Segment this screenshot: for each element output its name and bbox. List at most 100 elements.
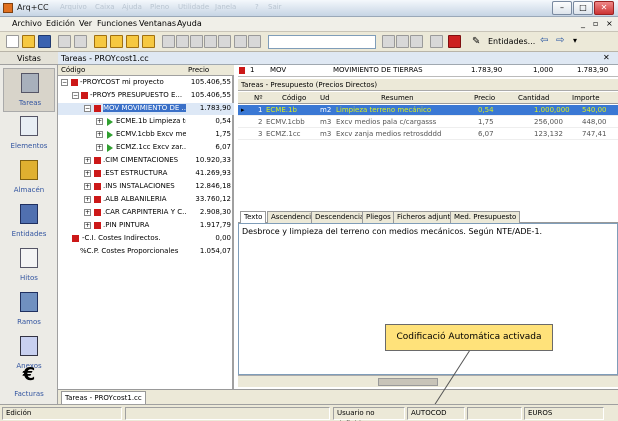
tree-row[interactable]: %C.P. Costes Proporcionales 1.054,07 <box>58 246 234 258</box>
collapse-icon[interactable]: − <box>61 79 68 86</box>
vista-facturas[interactable]: € Facturas <box>3 364 55 402</box>
table-row[interactable]: 2 ECMV.1cbb m3 Excv medios pala c/cargasss 1… <box>238 117 618 128</box>
paste-special-icon[interactable] <box>204 35 217 48</box>
expand-icon[interactable]: + <box>84 222 91 229</box>
undo-icon[interactable] <box>234 35 247 48</box>
tree-row[interactable]: + ECME.1b Limpieza te... 0,54 <box>58 116 234 128</box>
redo-icon[interactable] <box>248 35 261 48</box>
move-down-icon[interactable] <box>396 35 409 48</box>
tab-texto[interactable]: Texto <box>240 211 267 223</box>
nav-last-icon[interactable] <box>142 35 155 48</box>
vista-hitos[interactable]: Hitos <box>3 244 55 288</box>
child-minimize-icon[interactable]: _ <box>581 19 585 28</box>
menu-archivo[interactable]: Archivo <box>12 19 42 28</box>
vistas-header: Vistas <box>0 52 58 65</box>
minimize-button[interactable]: – <box>552 1 572 15</box>
print-icon[interactable] <box>58 35 71 48</box>
menu-edicion[interactable]: Edición <box>46 19 75 28</box>
expand-icon[interactable]: + <box>96 131 103 138</box>
child-restore-icon[interactable]: ▫ <box>593 19 598 28</box>
paste-icon[interactable] <box>190 35 203 48</box>
doc-tab[interactable]: Tareas - PROYcost1.cc <box>61 391 146 404</box>
nav-next-icon[interactable] <box>126 35 139 48</box>
nav-prev-icon[interactable] <box>110 35 123 48</box>
tree-col-price[interactable]: Precio <box>188 66 209 74</box>
expand-icon[interactable]: + <box>84 209 91 216</box>
topline-code: MOV <box>270 66 287 74</box>
back-arrow-icon[interactable]: ⇦ <box>540 35 548 46</box>
open-icon[interactable] <box>22 35 35 48</box>
panel-close-icon[interactable]: ✕ <box>603 53 610 62</box>
col-price[interactable]: Precio <box>474 94 495 102</box>
expand-icon[interactable]: + <box>96 118 103 125</box>
table-row[interactable]: ▸ 1 ECME.1b m2 Limpieza terreno mecánico 0,54… <box>238 105 618 116</box>
tree-row[interactable]: + .PIN PINTURA 1.917,79 <box>58 220 234 232</box>
vista-tareas[interactable]: Tareas <box>3 68 55 112</box>
save-icon[interactable] <box>38 35 51 48</box>
subpanel-title[interactable]: Tareas - Presupuesto (Precios Directos) <box>238 79 618 91</box>
table-row[interactable]: 3 ECMZ.1cc m3 Excv zanja medios retrosdddd 6… <box>238 129 618 140</box>
tree-row[interactable]: + .CAR CARPINTERIA Y C... 2.908,30 <box>58 207 234 219</box>
cut-icon[interactable] <box>162 35 175 48</box>
ghost-menu-5: Utilidade <box>178 3 210 11</box>
dropdown-icon[interactable]: ▾ <box>573 36 577 45</box>
tree-row[interactable]: + .CIM CIMENTACIONES 10.920,33 <box>58 155 234 167</box>
col-qty[interactable]: Cantidad <box>518 94 549 102</box>
tree-row[interactable]: + .ALB ALBAÑILERIA 33.760,12 <box>58 194 234 206</box>
nav-first-icon[interactable] <box>94 35 107 48</box>
copy-icon[interactable] <box>176 35 189 48</box>
forward-arrow-icon[interactable]: ⇨ <box>556 35 564 46</box>
expand-icon[interactable]: + <box>96 144 103 151</box>
col-amount[interactable]: Importe <box>572 94 600 102</box>
tree-row-price: 1.783,90 <box>199 104 231 112</box>
new-icon[interactable] <box>6 35 19 48</box>
menu-ver[interactable]: Ver <box>79 19 92 28</box>
main-header: Tareas - PROYcost1.cc <box>58 52 618 65</box>
child-close-icon[interactable]: × <box>606 19 613 28</box>
tree-row[interactable]: + .INS INSTALACIONES 12.846,18 <box>58 181 234 193</box>
expand-icon[interactable]: + <box>84 196 91 203</box>
col-n[interactable]: Nº <box>254 94 263 102</box>
vista-ramos[interactable]: Ramos <box>3 288 55 332</box>
expand-icon[interactable]: + <box>84 170 91 177</box>
flag-icon[interactable] <box>448 35 461 48</box>
tree-col-code[interactable]: Código <box>61 66 85 74</box>
key-icon[interactable]: ✎ <box>472 36 480 47</box>
tab-med-presupuesto[interactable]: Med. Presupuesto <box>450 211 521 223</box>
col-ud[interactable]: Ud <box>320 94 330 102</box>
collapse-icon[interactable]: − <box>84 105 91 112</box>
vista-almacen[interactable]: Almacén <box>3 156 55 200</box>
report-icon[interactable] <box>430 35 443 48</box>
tab-pliegos[interactable]: Pliegos <box>362 211 395 223</box>
preview-icon[interactable] <box>74 35 87 48</box>
erase-icon[interactable] <box>218 35 231 48</box>
address-input[interactable] <box>268 35 376 49</box>
move-up-icon[interactable] <box>382 35 395 48</box>
maximize-button[interactable]: □ <box>573 1 593 15</box>
tree-row[interactable]: + ECMZ.1cc Excv zar... 6,07 <box>58 142 234 154</box>
tree-row[interactable]: + .EST ESTRUCTURA 41.269,93 <box>58 168 234 180</box>
entities-button[interactable]: Entidades... <box>488 37 535 46</box>
scroll-thumb[interactable] <box>378 378 438 386</box>
close-button[interactable]: ✕ <box>594 1 614 15</box>
tree-row[interactable]: − -PROYCOST mi proyecto 105.406,55 <box>58 77 234 89</box>
vista-entidades[interactable]: Entidades <box>3 200 55 244</box>
tree-row-label: ECMZ.1cc Excv zar... <box>116 143 186 151</box>
tab-descendencia[interactable]: Descendencia <box>311 211 369 223</box>
col-summary[interactable]: Resumen <box>381 94 414 102</box>
tree-row[interactable]: − -PROY5 PRESUPUESTO E... 105.406,55 <box>58 90 234 102</box>
tree-row[interactable]: + ECMV.1cbb Excv me... 1,75 <box>58 129 234 141</box>
expand-icon[interactable]: + <box>84 157 91 164</box>
description-text[interactable]: Desbroce y limpieza del terreno con medi… <box>238 223 618 375</box>
expand-icon[interactable] <box>410 35 423 48</box>
menu-funciones[interactable]: Funciones <box>97 19 137 28</box>
menu-ventanas[interactable]: Ventanas <box>139 19 176 28</box>
expand-icon[interactable]: + <box>84 183 91 190</box>
horizontal-scrollbar[interactable] <box>238 375 618 387</box>
tree-row[interactable]: -C.I. Costes Indirectos. 0,00 <box>58 233 234 245</box>
tree-row[interactable]: − MOV MOVIMIENTO DE ... 1.783,90 <box>58 103 234 115</box>
menu-ayuda[interactable]: Ayuda <box>177 19 202 28</box>
vista-elementos[interactable]: Elementos <box>3 112 55 156</box>
collapse-icon[interactable]: − <box>72 92 79 99</box>
col-code[interactable]: Código <box>282 94 306 102</box>
